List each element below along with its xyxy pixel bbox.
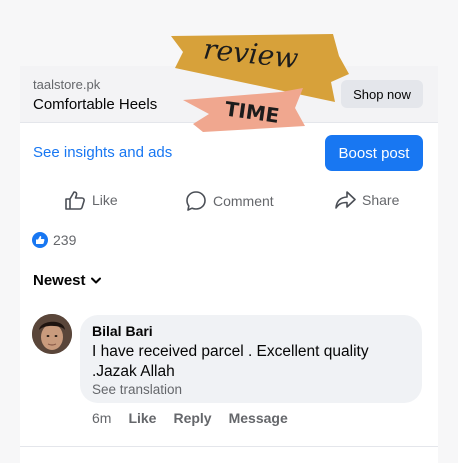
comment-action[interactable]: Comment — [185, 190, 274, 212]
ad-domain: taalstore.pk — [33, 77, 101, 92]
like-icon — [65, 191, 85, 210]
post-card: taalstore.pk Comfortable Heels Shop now … — [20, 0, 438, 463]
share-action[interactable]: Share — [334, 190, 399, 210]
commenter-name[interactable]: Bilal Bari — [92, 323, 153, 339]
comment-text: I have received parcel . Excellent quali… — [92, 343, 369, 380]
see-translation-link[interactable]: See translation — [92, 382, 182, 397]
like-action[interactable]: Like — [64, 190, 118, 210]
comment-label: Comment — [213, 193, 274, 209]
reaction-count: 239 — [53, 232, 77, 248]
sort-label: Newest — [33, 272, 86, 289]
see-insights-link[interactable]: See insights and ads — [33, 144, 172, 161]
comment-meta: 6m Like Reply Message — [92, 410, 288, 426]
reactions-summary[interactable]: 239 — [32, 232, 76, 248]
comment-like-link[interactable]: Like — [128, 410, 156, 426]
avatar[interactable] — [32, 314, 72, 354]
shop-now-button[interactable]: Shop now — [341, 80, 423, 108]
chevron-down-icon — [90, 277, 101, 283]
share-label: Share — [362, 192, 400, 208]
comment-reply-link[interactable]: Reply — [173, 410, 211, 426]
comment-sort-dropdown[interactable]: Newest — [33, 272, 101, 289]
comment-message-link[interactable]: Message — [229, 410, 288, 426]
share-icon — [335, 191, 356, 209]
comment-icon — [186, 191, 206, 211]
thumbs-up-icon — [32, 232, 48, 248]
comment-time: 6m — [92, 410, 112, 426]
action-bar: Like Comment Share — [20, 184, 438, 220]
like-label: Like — [92, 192, 118, 208]
review-time-sticker: review TIME — [171, 32, 349, 132]
ad-title[interactable]: Comfortable Heels — [33, 96, 157, 113]
comment-bubble[interactable]: Bilal Bari I have received parcel . Exce… — [80, 315, 422, 403]
bottom-divider — [20, 446, 438, 447]
insights-row: See insights and ads Boost post — [20, 124, 438, 180]
boost-post-button[interactable]: Boost post — [325, 135, 423, 171]
